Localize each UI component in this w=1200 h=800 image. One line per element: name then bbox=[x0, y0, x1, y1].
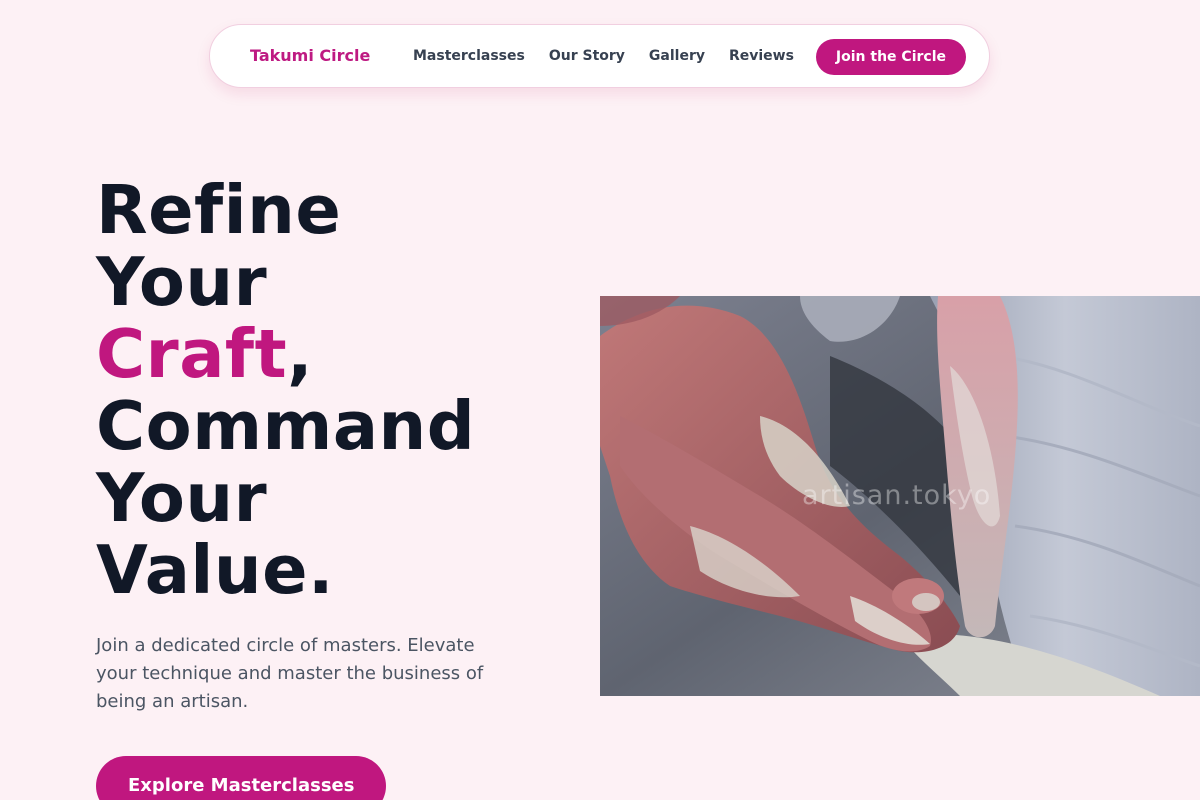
photo-watermark: artisan.tokyo bbox=[802, 480, 992, 511]
hero-subtext: Join a dedicated circle of masters. Elev… bbox=[96, 635, 484, 712]
nav-link-our-story[interactable]: Our Story bbox=[549, 48, 625, 64]
headline-line-your: Your bbox=[96, 243, 268, 321]
headline-line-refine: Refine bbox=[96, 171, 342, 249]
headline-line-your-2: Your bbox=[96, 459, 268, 537]
top-nav: Takumi Circle Masterclasses Our Story Ga… bbox=[209, 24, 990, 88]
nav-link-gallery[interactable]: Gallery bbox=[649, 48, 705, 64]
headline-comma: , bbox=[287, 315, 314, 393]
hero-photo: artisan.tokyo bbox=[600, 296, 1200, 696]
headline-line-value: Value. bbox=[96, 531, 334, 609]
hero-headline: Refine Your Craft, Command Your Value. bbox=[96, 174, 475, 606]
nav-link-masterclasses[interactable]: Masterclasses bbox=[413, 48, 525, 64]
nav-link-reviews[interactable]: Reviews bbox=[729, 48, 794, 64]
nav-links: Masterclasses Our Story Gallery Reviews bbox=[413, 48, 794, 64]
brand-logo[interactable]: Takumi Circle bbox=[250, 46, 370, 65]
headline-accent-craft: Craft bbox=[96, 315, 288, 393]
landing-page: Takumi Circle Masterclasses Our Story Ga… bbox=[0, 0, 1200, 800]
headline-line-command: Command bbox=[96, 387, 476, 465]
join-circle-button[interactable]: Join the Circle bbox=[815, 39, 966, 75]
explore-masterclasses-button[interactable]: Explore Masterclasses bbox=[96, 756, 387, 800]
